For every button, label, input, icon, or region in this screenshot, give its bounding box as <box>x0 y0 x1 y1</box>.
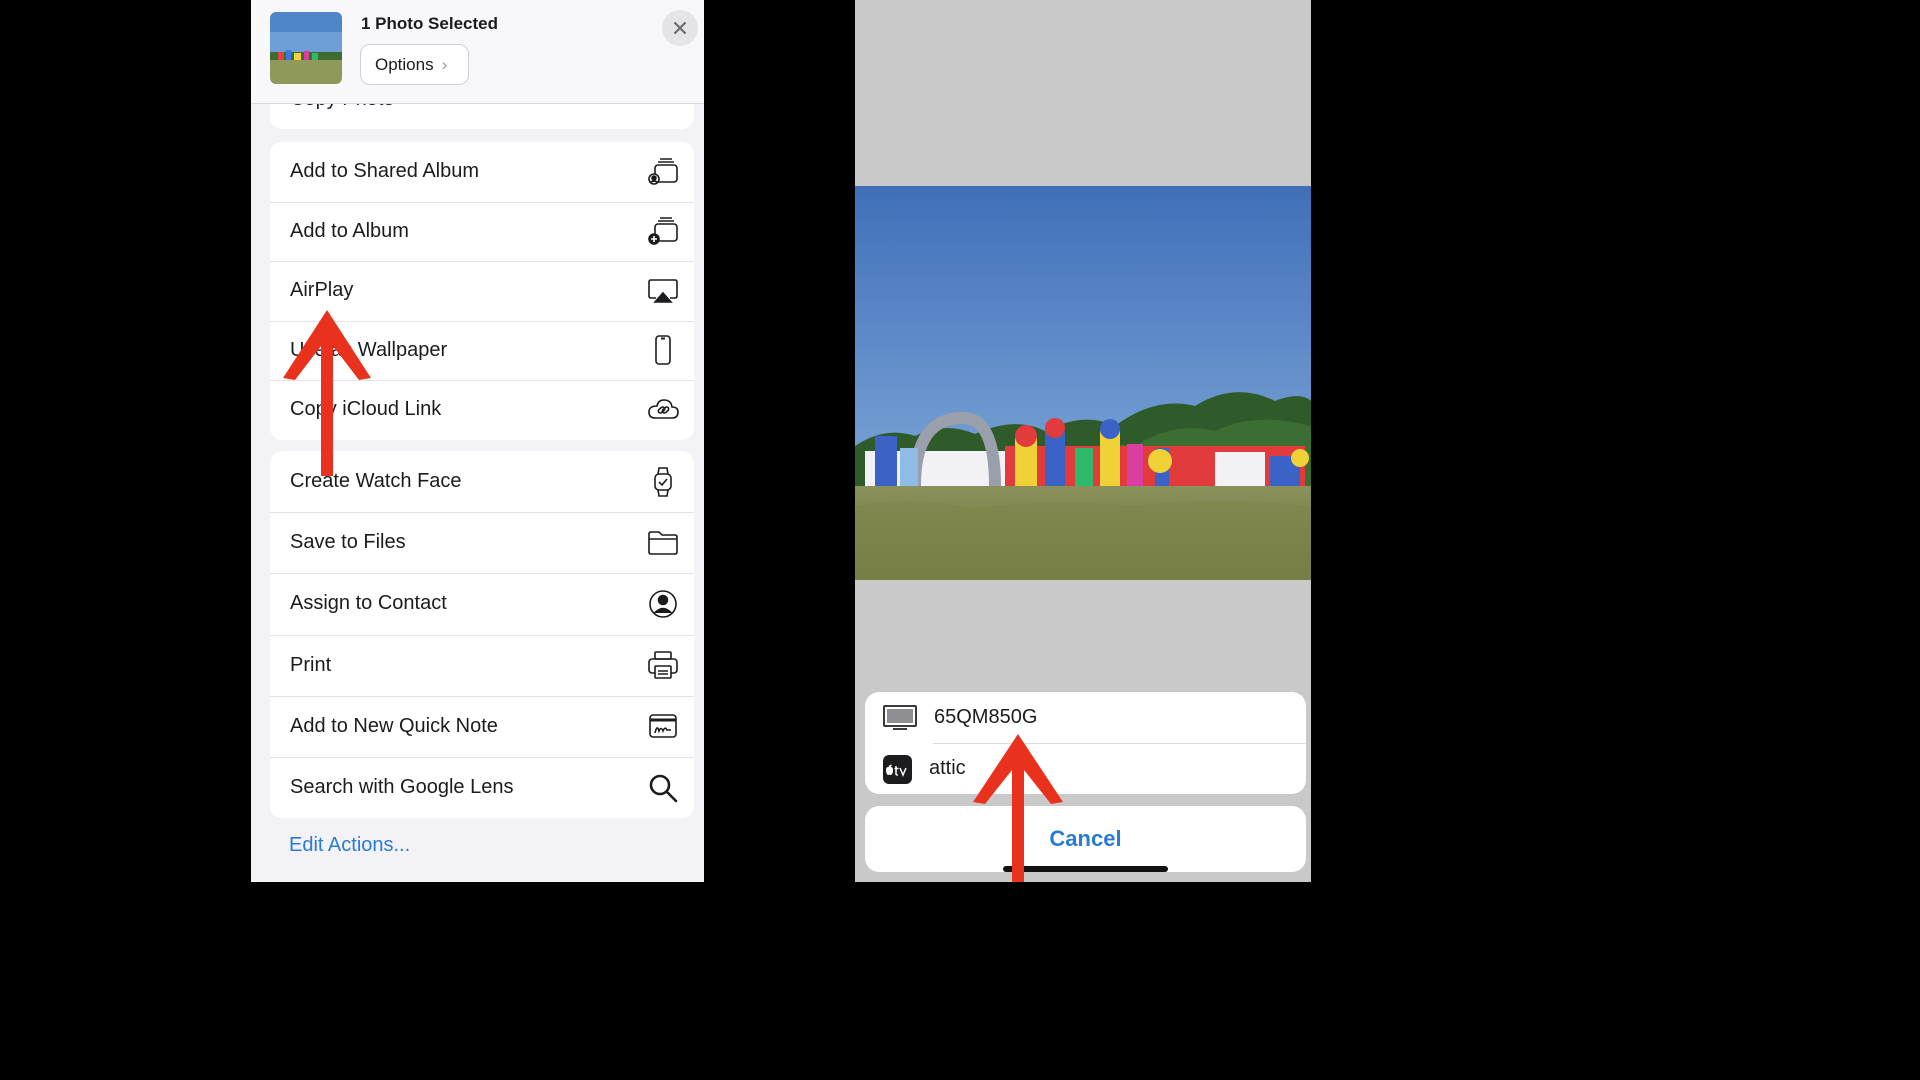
use-as-wallpaper-item[interactable]: Use as Wallpaper <box>270 320 694 381</box>
device-label: attic <box>929 757 966 779</box>
options-button[interactable]: Options › <box>360 44 469 85</box>
device-row-attic[interactable]: attic <box>865 743 1306 794</box>
print-item[interactable]: Print <box>270 634 694 696</box>
tv-icon <box>883 704 917 737</box>
share-sheet-header: 1 Photo Selected Options › <box>251 0 704 104</box>
airplay-device-list: 65QM850G attic <box>865 692 1306 794</box>
options-label: Options <box>375 54 434 74</box>
cancel-button[interactable]: Cancel <box>865 806 1306 872</box>
item-label: Add to Shared Album <box>290 160 480 183</box>
contact-icon <box>646 587 680 621</box>
close-icon <box>673 21 687 35</box>
airplay-item[interactable]: AirPlay <box>270 261 694 321</box>
actions-group-2: Create Watch Face Save to Files Assign t… <box>270 451 694 819</box>
phone-icon <box>646 333 680 367</box>
photo-thumbnail <box>270 12 342 84</box>
photo-preview <box>855 186 1311 580</box>
search-with-google-lens-item[interactable]: Search with Google Lens <box>270 756 694 818</box>
device-label: 65QM850G <box>934 706 1038 728</box>
folder-icon <box>646 526 680 560</box>
item-label: Use as Wallpaper <box>290 338 448 361</box>
share-sheet-screen: 1 Photo Selected Options › Copy Photo Ad… <box>251 0 704 882</box>
apple-tv-icon <box>883 755 912 784</box>
close-button[interactable] <box>662 10 698 46</box>
printer-icon <box>646 648 680 682</box>
item-label: Assign to Contact <box>290 592 447 615</box>
quick-note-icon <box>646 709 680 743</box>
selection-title: 1 Photo Selected <box>361 14 498 33</box>
add-to-shared-album-item[interactable]: Add to Shared Album <box>270 142 694 202</box>
device-row-65qm850g[interactable]: 65QM850G <box>865 692 1306 743</box>
search-icon <box>646 771 680 805</box>
item-label: Search with Google Lens <box>290 776 514 799</box>
actions-group-1: Add to Shared Album Add to Album AirPlay… <box>270 142 694 440</box>
chevron-right-icon: › <box>441 54 448 74</box>
create-watch-face-item[interactable]: Create Watch Face <box>270 451 694 512</box>
item-label: Create Watch Face <box>290 470 462 493</box>
edit-actions-link[interactable]: Edit Actions... <box>289 834 410 857</box>
item-label: AirPlay <box>290 279 354 302</box>
watch-icon <box>646 465 680 499</box>
item-label: Print <box>290 653 332 676</box>
airplay-screen: 65QM850G attic Cancel <box>855 0 1311 882</box>
icloud-link-icon <box>646 393 680 427</box>
item-label: Add to Album <box>290 219 409 242</box>
item-label: Save to Files <box>290 531 406 554</box>
save-to-files-item[interactable]: Save to Files <box>270 512 694 573</box>
copy-icloud-link-item[interactable]: Copy iCloud Link <box>270 380 694 440</box>
add-to-new-quick-note-item[interactable]: Add to New Quick Note <box>270 695 694 757</box>
add-to-album-item[interactable]: Add to Album <box>270 201 694 262</box>
shared-album-icon <box>646 155 680 189</box>
item-label: Copy iCloud Link <box>290 398 442 421</box>
item-label: Add to New Quick Note <box>290 714 498 737</box>
assign-to-contact-item[interactable]: Assign to Contact <box>270 573 694 634</box>
home-indicator <box>1003 866 1168 872</box>
airplay-icon <box>646 274 680 308</box>
add-album-icon <box>646 214 680 248</box>
